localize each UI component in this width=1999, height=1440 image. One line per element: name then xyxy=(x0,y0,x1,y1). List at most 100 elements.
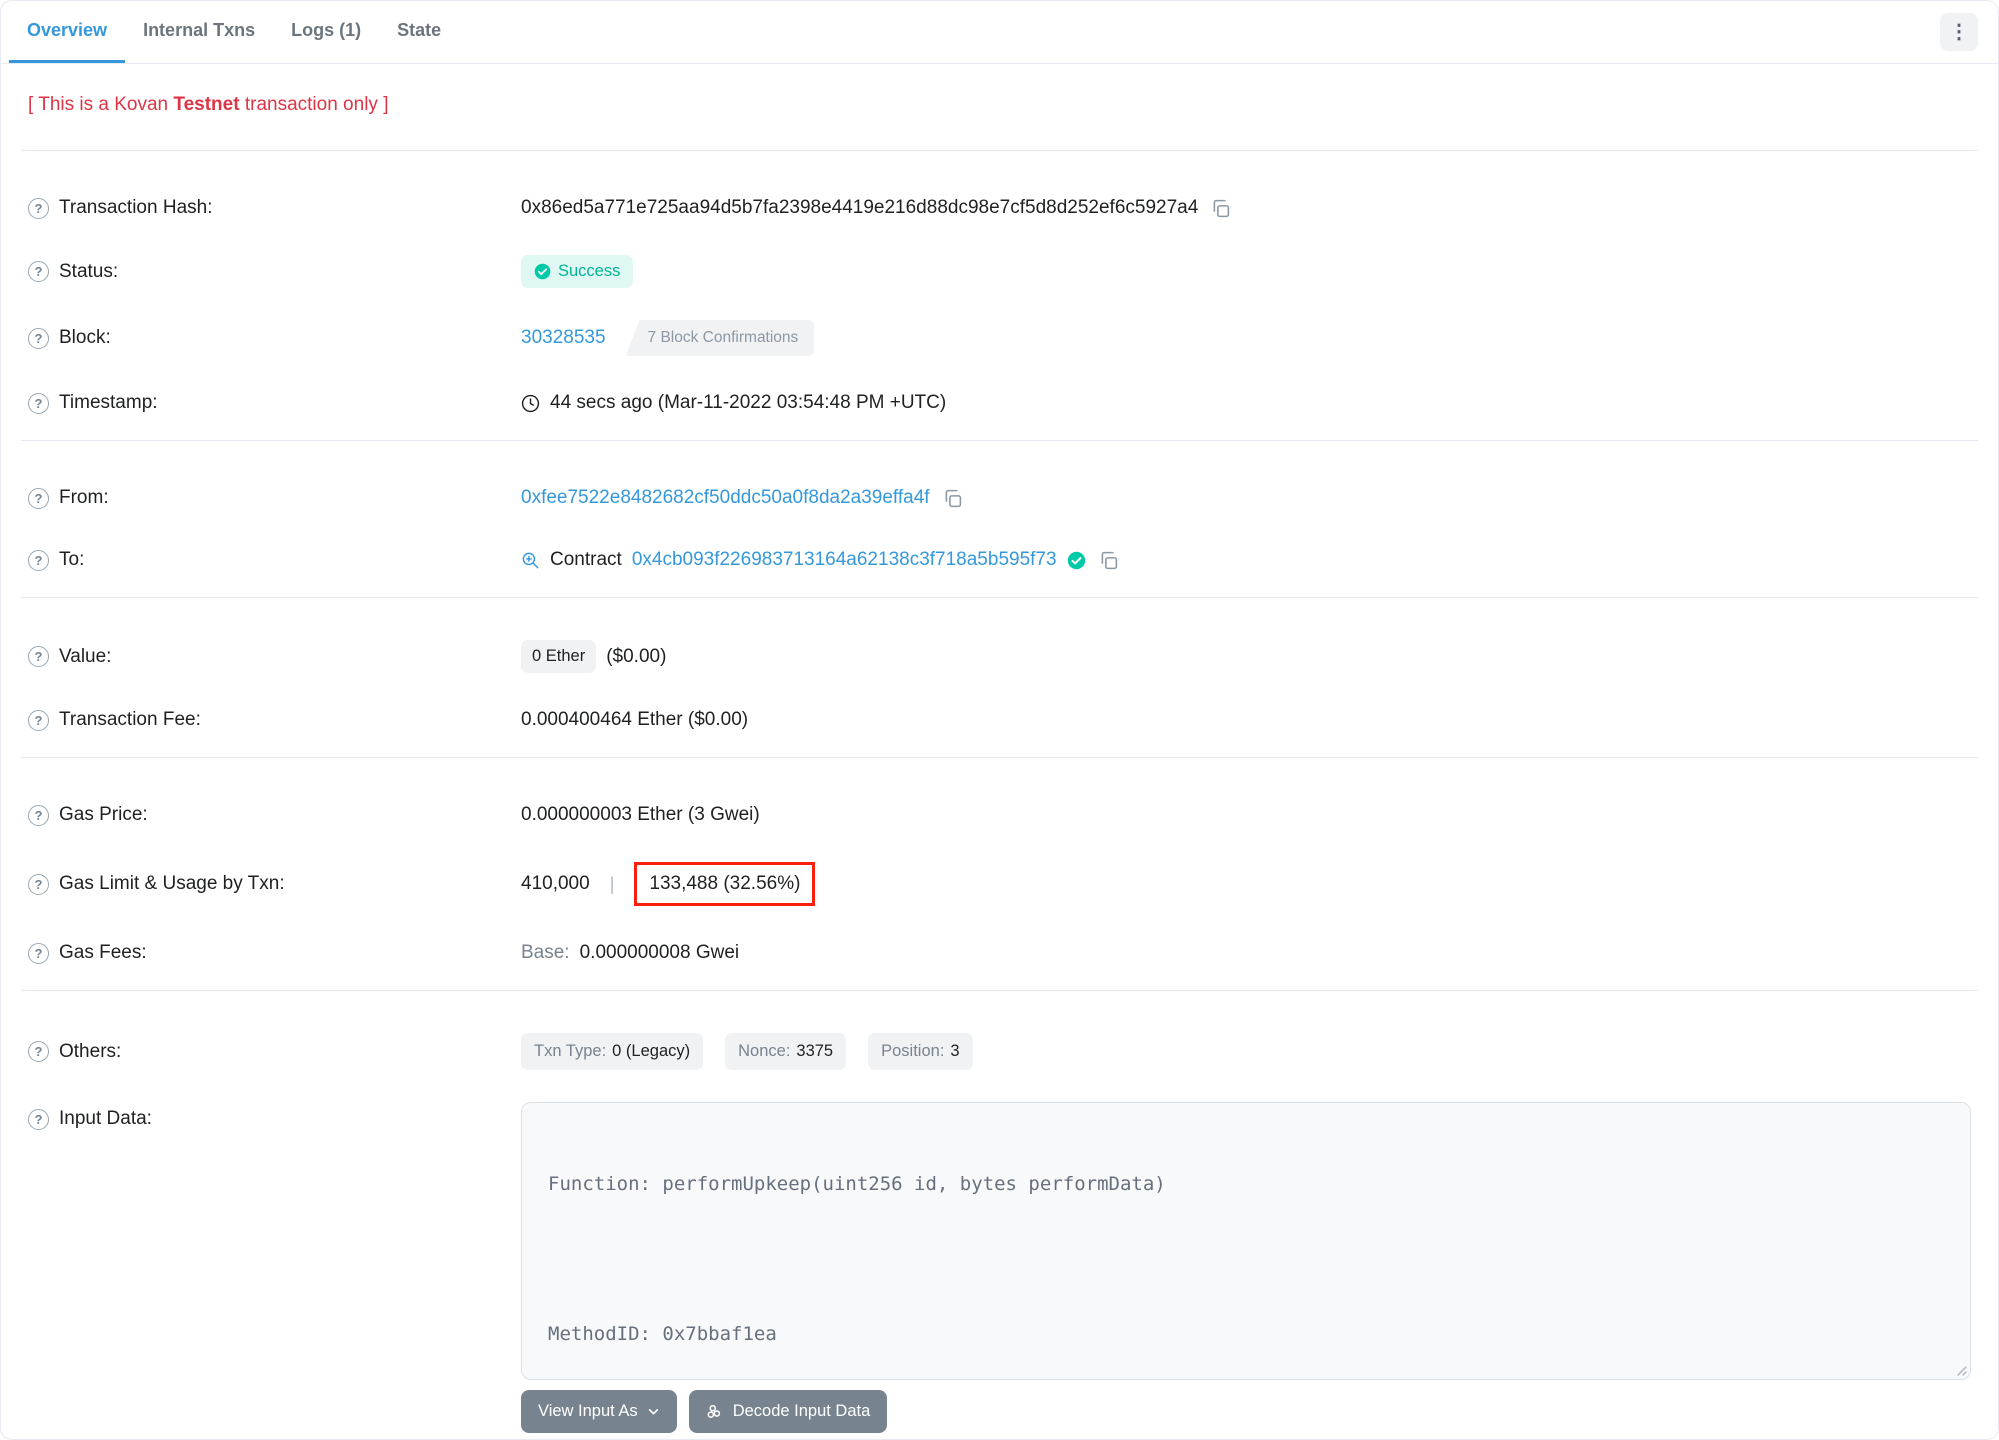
position-value: 3 xyxy=(950,1042,960,1060)
tab-state[interactable]: State xyxy=(379,1,459,63)
value-amount-badge: 0 Ether xyxy=(521,640,597,673)
from-address-link[interactable]: 0xfee7522e8482682cf50ddc50a0f8da2a39effa… xyxy=(521,487,930,509)
input-blank-line xyxy=(548,1244,1944,1275)
to-contract-type: Contract xyxy=(550,549,622,570)
block-number-link[interactable]: 30328535 xyxy=(521,327,606,349)
row-gas-fees: ? Gas Fees: Base: 0.000000008 Gwei xyxy=(28,922,1971,984)
verified-check-icon xyxy=(1067,551,1085,569)
gas-limit-value: 410,000 xyxy=(521,873,590,894)
timestamp-label-cell: ? Timestamp: xyxy=(28,392,521,414)
block-label-cell: ? Block: xyxy=(28,327,521,349)
help-icon[interactable]: ? xyxy=(28,646,49,667)
nonce-value: 3375 xyxy=(796,1042,834,1060)
tab-logs[interactable]: Logs (1) xyxy=(273,1,379,63)
help-icon[interactable]: ? xyxy=(28,709,49,731)
position-badge: Position: 3 xyxy=(868,1033,973,1070)
row-transaction-fee: ? Transaction Fee: 0.000400464 Ether ($0… xyxy=(28,689,1971,751)
value-label: Value: xyxy=(59,645,112,667)
transaction-hash-value: 0x86ed5a771e725aa94d5b7fa2398e4419e216d8… xyxy=(521,197,1199,218)
help-icon[interactable]: ? xyxy=(28,1041,49,1062)
gas-fees-label: Gas Fees: xyxy=(59,942,147,963)
status-text: Success xyxy=(558,262,621,280)
transaction-fee-label: Transaction Fee: xyxy=(59,709,201,730)
tab-internal-txns[interactable]: Internal Txns xyxy=(125,1,273,63)
tab-overview[interactable]: Overview xyxy=(9,1,126,63)
view-input-as-button[interactable]: View Input As xyxy=(521,1390,677,1433)
position-key: Position: xyxy=(881,1042,945,1060)
section-overview-top: ? Transaction Hash: 0x86ed5a771e725aa94d… xyxy=(21,151,1978,441)
input-methodid-line: MethodID: 0x7bbaf1ea xyxy=(548,1323,777,1345)
txn-type-badge: Txn Type: 0 (Legacy) xyxy=(521,1033,704,1070)
decode-input-data-button[interactable]: Decode Input Data xyxy=(688,1390,888,1433)
transaction-fee-label-cell: ? Transaction Fee: xyxy=(28,709,521,731)
transaction-hash-label-cell: ? Transaction Hash: xyxy=(28,197,521,219)
timestamp-value: 44 secs ago (Mar-11-2022 03:54:48 PM +UT… xyxy=(550,392,947,413)
gas-usage-value: 133,488 (32.56%) xyxy=(649,873,801,894)
help-icon[interactable]: ? xyxy=(28,327,49,349)
nonce-badge: Nonce: 3375 xyxy=(725,1033,847,1070)
from-label: From: xyxy=(59,487,109,508)
gas-usage-annotation-box: 133,488 (32.56%) xyxy=(634,862,816,906)
row-gas-limit-usage: ? Gas Limit & Usage by Txn: 410,000 | 13… xyxy=(28,846,1971,922)
help-icon[interactable]: ? xyxy=(28,487,49,509)
help-icon[interactable]: ? xyxy=(28,197,49,219)
block-label: Block: xyxy=(59,327,111,348)
status-label-cell: ? Status: xyxy=(28,261,521,283)
warning-suffix: transaction only ] xyxy=(239,94,389,115)
transaction-hash-label: Transaction Hash: xyxy=(59,197,213,218)
gas-price-value: 0.000000003 Ether (3 Gwei) xyxy=(521,804,760,825)
row-value: ? Value: 0 Ether ($0.00) xyxy=(28,624,1971,689)
to-label-cell: ? To: xyxy=(28,549,521,571)
check-circle-icon xyxy=(534,263,551,280)
help-icon[interactable]: ? xyxy=(28,1108,49,1130)
row-timestamp: ? Timestamp: 44 secs ago (Mar-11-2022 03… xyxy=(28,372,1971,434)
help-icon[interactable]: ? xyxy=(28,942,49,964)
help-icon[interactable]: ? xyxy=(28,873,49,895)
row-status: ? Status: Success xyxy=(28,239,1971,304)
copy-icon[interactable] xyxy=(940,488,965,509)
magnifier-plus-icon[interactable] xyxy=(521,551,540,570)
gas-limit-label-cell: ? Gas Limit & Usage by Txn: xyxy=(28,873,521,895)
copy-icon[interactable] xyxy=(1096,550,1121,571)
help-icon[interactable]: ? xyxy=(28,261,49,282)
others-label-cell: ? Others: xyxy=(28,1041,521,1063)
section-gas: ? Gas Price: 0.000000003 Ether (3 Gwei) … xyxy=(21,758,1978,991)
gas-limit-separator: | xyxy=(609,873,615,894)
decode-icon xyxy=(707,1404,720,1418)
transaction-fee-value: 0.000400464 Ether ($0.00) xyxy=(521,709,749,730)
status-label: Status: xyxy=(59,260,119,282)
copy-icon[interactable] xyxy=(1208,198,1233,219)
input-data-label: Input Data: xyxy=(59,1108,152,1129)
kebab-menu-icon[interactable]: ⋮ xyxy=(1940,13,1978,51)
row-block: ? Block: 30328535 7 Block Confirmations xyxy=(28,304,1971,372)
warning-prefix: [ This is a Kovan xyxy=(28,94,174,115)
decode-input-data-label: Decode Input Data xyxy=(732,1402,871,1420)
row-others: ? Others: Txn Type: 0 (Legacy) Nonce: 3375… xyxy=(28,1017,1971,1086)
section-value-fee: ? Value: 0 Ether ($0.00) ? Transaction F… xyxy=(21,598,1978,758)
gas-fees-label-cell: ? Gas Fees: xyxy=(28,942,521,964)
section-addresses: ? From: 0xfee7522e8482682cf50ddc50a0f8da… xyxy=(21,441,1978,598)
txn-type-value: 0 (Legacy) xyxy=(612,1042,691,1060)
input-function-line: Function: performUpkeep(uint256 id, byte… xyxy=(548,1173,1166,1195)
to-address-link[interactable]: 0x4cb093f226983713164a62138c3f718a5b595f… xyxy=(632,549,1057,571)
testnet-warning: [ This is a Kovan Testnet transaction on… xyxy=(28,94,1971,116)
chevron-down-icon xyxy=(648,1409,658,1415)
row-to: ? To: Contract 0x4cb093f226983713164a621… xyxy=(28,529,1971,591)
txn-type-key: Txn Type: xyxy=(534,1042,607,1060)
value-label-cell: ? Value: xyxy=(28,646,521,668)
help-icon[interactable]: ? xyxy=(28,549,49,571)
tabs: Overview Internal Txns Logs (1) State xyxy=(9,1,459,63)
clock-icon xyxy=(521,394,540,412)
status-badge: Success xyxy=(521,255,634,288)
gas-price-label-cell: ? Gas Price: xyxy=(28,804,521,826)
warning-bold: Testnet xyxy=(173,94,240,115)
help-icon[interactable]: ? xyxy=(28,804,49,826)
value-usd: ($0.00) xyxy=(606,645,667,667)
testnet-warning-section: [ This is a Kovan Testnet transaction on… xyxy=(21,64,1978,151)
help-icon[interactable]: ? xyxy=(28,392,49,414)
to-label: To: xyxy=(59,549,85,570)
nonce-key: Nonce: xyxy=(738,1042,791,1060)
transaction-detail-card: Overview Internal Txns Logs (1) State ⋮ … xyxy=(0,0,1999,1440)
input-data-buttons: View Input As Decode Input Data xyxy=(521,1390,1971,1433)
input-data-box[interactable]: Function: performUpkeep(uint256 id, byte… xyxy=(521,1102,1971,1380)
